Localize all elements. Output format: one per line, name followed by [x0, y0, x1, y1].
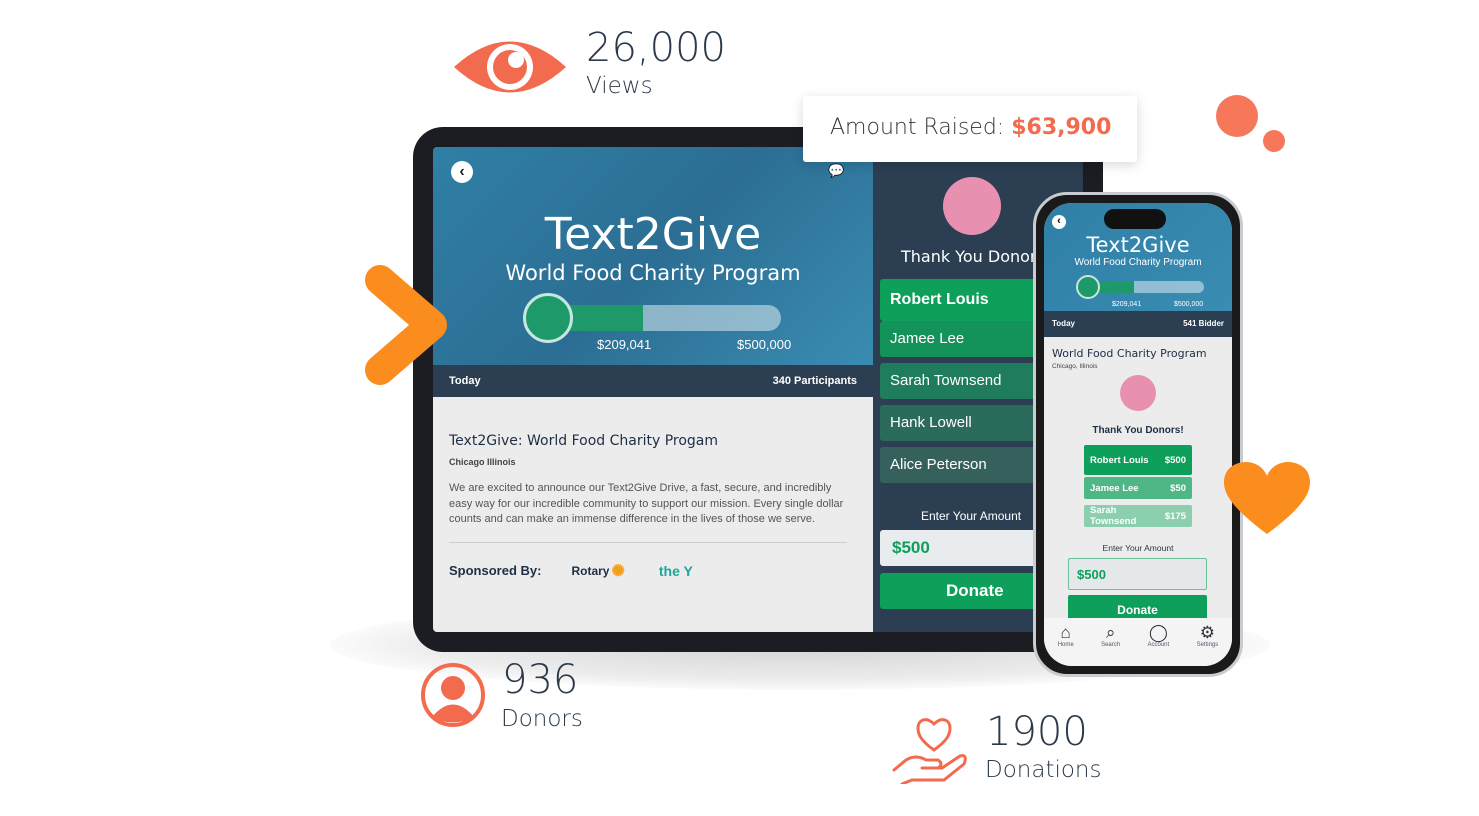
- sponsored-label: Sponsored By:: [449, 563, 542, 578]
- donor-row: Hank Lowell$1: [880, 405, 1050, 441]
- settings-icon: ⚙: [1199, 623, 1216, 642]
- dynamic-island: [1104, 209, 1166, 229]
- amount-raised-label: Amount Raised:: [830, 115, 1005, 140]
- donations-label: Donations: [985, 757, 1102, 783]
- hero-subtitle: World Food Charity Program: [505, 261, 801, 285]
- phone-title: Text2Give: [1086, 233, 1190, 257]
- ymca-logo: the Y: [658, 562, 693, 579]
- user-icon: [421, 663, 485, 727]
- campaign-description: We are excited to announce our Text2Give…: [449, 482, 844, 525]
- thank-you-heading: Thank You Donors!: [901, 247, 1052, 266]
- home-icon: ⌂: [1060, 623, 1071, 642]
- donor-name: Robert Louis: [1090, 454, 1149, 466]
- search-icon: ⌕: [1105, 623, 1116, 642]
- nav-search[interactable]: ⌕ Search: [1101, 624, 1120, 666]
- account-icon: ◯: [1148, 623, 1168, 642]
- phone-thank-you-illustration: [1120, 375, 1156, 411]
- phone-card-title: World Food Charity Program: [1052, 347, 1207, 360]
- back-icon[interactable]: ‹: [1052, 215, 1066, 229]
- views-count: 26,000: [586, 25, 726, 71]
- nav-account[interactable]: ◯ Account: [1148, 624, 1170, 666]
- date-label: Today: [449, 375, 481, 387]
- donor-name: Robert Louis: [890, 291, 989, 308]
- nav-label: Settings: [1196, 642, 1219, 648]
- donor-name: Jamee Lee: [1090, 482, 1139, 494]
- thank-you-illustration: [943, 177, 1001, 235]
- donor-row: Jamee Lee$50: [880, 321, 1050, 357]
- hero-title: Text2Give: [544, 209, 762, 260]
- donor-name: Sarah Townsend: [1090, 505, 1137, 527]
- eye-icon: [454, 41, 566, 93]
- phone-thank-you-heading: Thank You Donors!: [1092, 425, 1184, 436]
- phone-progress-bar: [1084, 281, 1204, 293]
- decor-dot: [1263, 130, 1285, 152]
- donor-amount: $50: [1170, 482, 1186, 494]
- donor-name: Hank Lowell: [890, 414, 972, 431]
- phone-raised-amount: $209,041: [1112, 301, 1142, 308]
- amount-raised-card: Amount Raised: $63,900: [803, 96, 1137, 162]
- donations-count: 1900: [986, 709, 1088, 755]
- divider: [449, 541, 847, 543]
- donor-name: Jamee Lee: [890, 330, 965, 347]
- donor-name: Sarah Townsend: [890, 372, 1002, 389]
- decor-dot: [1216, 95, 1258, 137]
- hero-banner: ‹ Text2Give World Food Charity Program $…: [433, 147, 873, 365]
- heart-hand-icon: [892, 718, 967, 784]
- enter-amount-label: Enter Your Amount: [921, 509, 1022, 523]
- participants-count: 340 Participants: [772, 375, 857, 387]
- amount-input[interactable]: $500: [880, 530, 1050, 566]
- nav-label: Account: [1147, 642, 1170, 648]
- phone-donor-row: Sarah Townsend $175: [1084, 505, 1192, 527]
- donors-label: Donors: [501, 706, 583, 732]
- phone-progress-bulb: [1076, 275, 1100, 299]
- amount-raised-value: $63,900: [1011, 115, 1112, 140]
- bottom-nav: ⌂ Home ⌕ Search ◯ Account ⚙ Settings: [1044, 618, 1232, 666]
- phone-enter-amount-label: Enter Your Amount: [1102, 543, 1174, 553]
- rotary-wheel-icon: ✺: [611, 562, 625, 580]
- campaign-title: Text2Give: World Food Charity Progam: [449, 433, 719, 449]
- phone-donor-row: Jamee Lee $50: [1084, 477, 1192, 499]
- campaign-location: Chicago Illinois: [449, 457, 516, 467]
- phone-location: Chicago, Illinois: [1052, 363, 1098, 370]
- donor-row: Sarah Townsend$175: [880, 363, 1050, 399]
- nav-label: Home: [1057, 642, 1074, 648]
- donor-row: Alice Peterson$4: [880, 447, 1050, 483]
- chevron-right-icon: [365, 265, 447, 385]
- tablet-device: ‹ Text2Give World Food Charity Program $…: [413, 127, 1103, 652]
- donate-button[interactable]: Donate: [880, 573, 1050, 609]
- donor-row: Robert Louis$500: [880, 279, 1050, 321]
- nav-home[interactable]: ⌂ Home: [1058, 624, 1074, 666]
- phone-goal-amount: $500,000: [1174, 301, 1204, 308]
- phone-amount-input[interactable]: $500: [1068, 558, 1207, 590]
- phone-device: ‹ Text2Give World Food Charity Program $…: [1033, 192, 1243, 677]
- rotary-logo: Rotary: [571, 563, 610, 578]
- phone-donor-row: Robert Louis $500: [1084, 445, 1192, 475]
- donors-count: 936: [502, 657, 579, 703]
- phone-info-strip: Today 541 Bidder: [1044, 311, 1232, 337]
- chat-icon[interactable]: 💬: [828, 163, 844, 179]
- nav-label: Search: [1101, 642, 1121, 648]
- info-strip: Today 340 Participants: [433, 365, 873, 397]
- heart-icon: [1224, 462, 1310, 534]
- campaign-card: Text2Give: World Food Charity Progam Chi…: [433, 397, 873, 632]
- nav-settings[interactable]: ⚙ Settings: [1197, 624, 1219, 666]
- raised-amount: $209,041: [597, 337, 652, 352]
- donor-amount: $175: [1164, 510, 1186, 522]
- phone-date-label: Today: [1052, 319, 1075, 328]
- donor-name: Alice Peterson: [890, 456, 987, 473]
- back-icon[interactable]: ‹: [451, 161, 473, 183]
- goal-amount: $500,000: [737, 337, 792, 352]
- progress-bar: [543, 305, 781, 331]
- bidder-count: 541 Bidder: [1183, 319, 1224, 328]
- donor-amount: $500: [1164, 454, 1186, 466]
- views-label: Views: [586, 73, 653, 99]
- phone-subtitle: World Food Charity Program: [1074, 257, 1202, 268]
- progress-bulb: [523, 293, 573, 343]
